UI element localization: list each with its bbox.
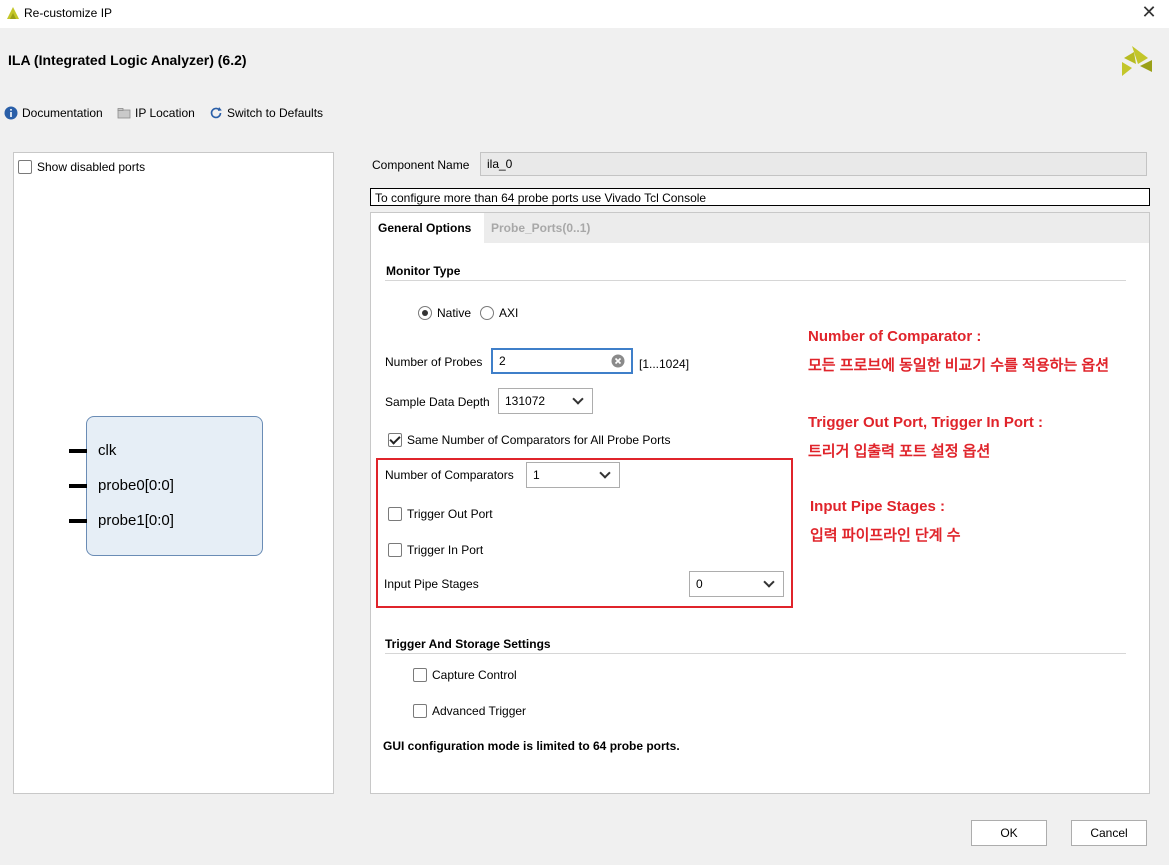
info-message: To configure more than 64 probe ports us… xyxy=(370,188,1150,206)
port-line xyxy=(69,449,87,453)
tab-probe-ports[interactable]: Probe_Ports(0..1) xyxy=(485,213,605,243)
show-disabled-ports-label: Show disabled ports xyxy=(37,160,146,174)
checkbox-box[interactable] xyxy=(413,704,427,718)
gui-note: GUI configuration mode is limited to 64 … xyxy=(383,739,680,753)
sample-depth-value: 131072 xyxy=(505,394,546,408)
axi-label: AXI xyxy=(499,306,519,320)
sample-depth-dropdown[interactable]: 131072 xyxy=(498,388,593,414)
checkbox-box[interactable] xyxy=(18,160,32,174)
num-probes-label: Number of Probes xyxy=(385,355,483,369)
advanced-trigger-checkbox[interactable]: Advanced Trigger xyxy=(413,704,526,718)
annotation-desc: 트리거 입출력 포트 설정 옵션 xyxy=(808,443,991,460)
num-probes-value: 2 xyxy=(499,354,506,368)
ip-title: ILA (Integrated Logic Analyzer) (6.2) xyxy=(8,52,247,68)
capture-control-checkbox[interactable]: Capture Control xyxy=(413,668,517,682)
switch-defaults-label: Switch to Defaults xyxy=(227,106,324,120)
title-bar xyxy=(0,0,1169,28)
annotation-title: Input Pipe Stages : xyxy=(810,498,946,515)
show-disabled-ports-checkbox[interactable]: Show disabled ports xyxy=(18,160,145,174)
port-label-probe0: probe0[0:0] xyxy=(98,477,174,494)
checkbox-box[interactable] xyxy=(388,507,402,521)
ip-location-label: IP Location xyxy=(135,106,195,120)
trigger-in-label: Trigger In Port xyxy=(407,543,484,557)
chevron-down-icon xyxy=(572,393,584,405)
advanced-trigger-label: Advanced Trigger xyxy=(432,704,527,718)
radio-button[interactable] xyxy=(418,306,432,320)
capture-control-label: Capture Control xyxy=(432,668,517,682)
input-pipe-label: Input Pipe Stages xyxy=(384,577,479,591)
trigger-storage-title: Trigger And Storage Settings xyxy=(385,637,551,651)
cancel-button[interactable]: Cancel xyxy=(1071,820,1147,846)
axi-radio[interactable]: AXI xyxy=(480,306,518,320)
num-comparators-dropdown[interactable]: 1 xyxy=(526,462,620,488)
divider xyxy=(385,280,1126,281)
same-comparators-checkbox[interactable]: Same Number of Comparators for All Probe… xyxy=(388,433,670,447)
input-pipe-value: 0 xyxy=(696,577,703,591)
monitor-type-title: Monitor Type xyxy=(386,264,461,278)
component-name-input[interactable]: ila_0 xyxy=(480,152,1147,176)
ip-location-button[interactable]: IP Location xyxy=(117,104,195,122)
port-label-clk: clk xyxy=(98,442,117,459)
same-comparators-label: Same Number of Comparators for All Probe… xyxy=(407,433,671,447)
clear-icon[interactable] xyxy=(611,354,625,368)
info-icon xyxy=(4,106,18,120)
port-label-probe1: probe1[0:0] xyxy=(98,512,174,529)
trigger-in-checkbox[interactable]: Trigger In Port xyxy=(388,543,483,557)
port-line xyxy=(69,519,87,523)
refresh-icon xyxy=(210,107,222,119)
native-radio[interactable]: Native xyxy=(418,306,471,320)
radio-button[interactable] xyxy=(480,306,494,320)
port-line xyxy=(69,484,87,488)
trigger-out-label: Trigger Out Port xyxy=(407,507,493,521)
chevron-down-icon xyxy=(763,576,775,588)
trigger-out-checkbox[interactable]: Trigger Out Port xyxy=(388,507,493,521)
annotation-desc: 입력 파이프라인 단계 수 xyxy=(810,527,961,544)
switch-defaults-button[interactable]: Switch to Defaults xyxy=(209,104,323,122)
annotation-title: Number of Comparator : xyxy=(808,328,982,345)
xilinx-logo-icon xyxy=(7,7,19,19)
annotation-title: Trigger Out Port, Trigger In Port : xyxy=(808,414,1044,431)
window-title: Re-customize IP xyxy=(24,6,113,20)
num-comparators-value: 1 xyxy=(533,468,540,482)
checkbox-box[interactable] xyxy=(388,433,402,447)
checkbox-box[interactable] xyxy=(413,668,427,682)
tab-general-options[interactable]: General Options xyxy=(371,213,484,243)
num-comparators-label: Number of Comparators xyxy=(385,468,514,482)
component-name-label: Component Name xyxy=(372,158,470,172)
input-pipe-dropdown[interactable]: 0 xyxy=(689,571,784,597)
folder-icon xyxy=(117,108,131,119)
ok-button[interactable]: OK xyxy=(971,820,1047,846)
documentation-label: Documentation xyxy=(22,106,103,120)
xilinx-brand-icon xyxy=(1122,46,1152,76)
divider xyxy=(385,653,1126,654)
checkbox-box[interactable] xyxy=(388,543,402,557)
annotation-desc: 모든 프로브에 동일한 비교기 수를 적용하는 옵션 xyxy=(808,357,1110,374)
sample-depth-label: Sample Data Depth xyxy=(385,395,490,409)
native-label: Native xyxy=(437,306,472,320)
close-icon[interactable]: ✕ xyxy=(1139,3,1159,23)
documentation-button[interactable]: Documentation xyxy=(4,104,103,122)
num-probes-range: [1...1024] xyxy=(639,357,690,371)
num-probes-input[interactable]: 2 xyxy=(491,348,633,374)
chevron-down-icon xyxy=(599,467,611,479)
